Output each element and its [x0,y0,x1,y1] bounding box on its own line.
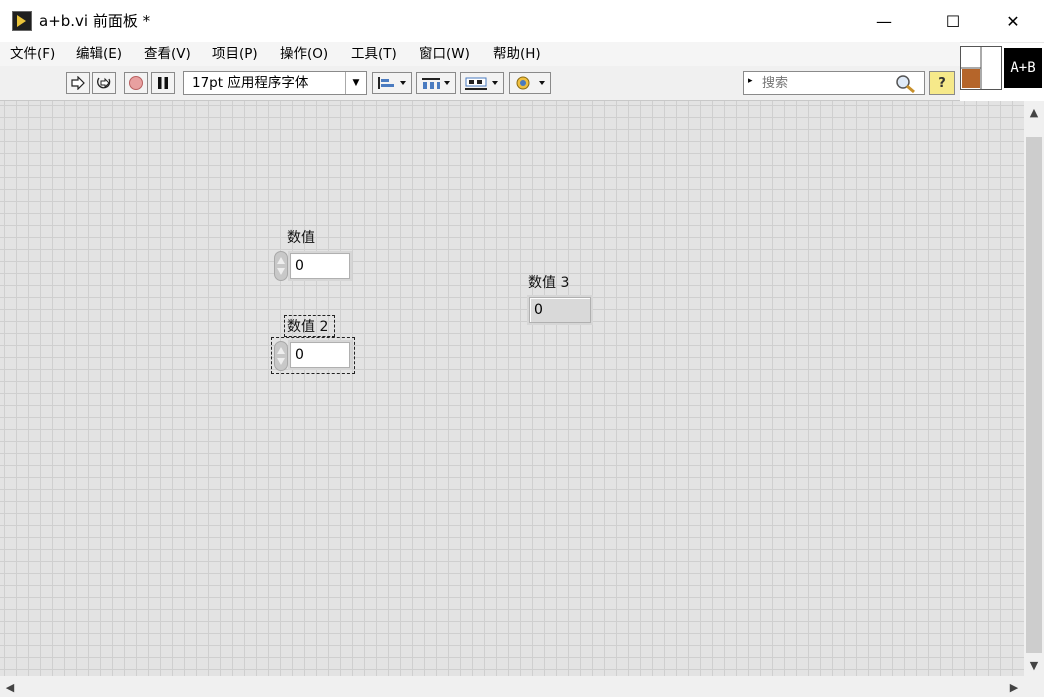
title-bar: a+b.vi 前面板 * — ☐ ✕ [0,0,1044,43]
maximize-button[interactable]: ☐ [930,0,976,42]
minimize-button[interactable]: — [861,0,907,42]
align-objects-button[interactable] [372,72,412,94]
menu-operate[interactable]: 操作(O) [280,45,328,63]
scroll-down-icon[interactable]: ▼ [1024,655,1044,675]
abort-icon [129,76,143,90]
context-help-button[interactable]: ? [929,71,955,95]
close-button[interactable]: ✕ [990,0,1036,42]
numeric-indicator-3-field[interactable]: 0 [529,297,591,323]
menu-window[interactable]: 窗口(W) [419,45,470,63]
labview-vi-icon [12,11,32,31]
run-button[interactable] [66,72,90,94]
menu-file[interactable]: 文件(F) [10,45,55,63]
font-select[interactable]: 17pt 应用程序字体 ▼ [183,71,367,95]
search-box[interactable]: ▸ [743,71,925,95]
horizontal-scrollbar[interactable] [0,676,1044,697]
chevron-down-icon: ▼ [345,72,366,94]
scroll-left-icon[interactable]: ◀ [0,677,20,697]
distribute-objects-icon [422,78,450,89]
close-icon: ✕ [1006,11,1020,31]
abort-button[interactable] [124,72,148,94]
connector-pane[interactable] [960,46,1002,90]
increment-arrow-icon[interactable] [277,257,285,264]
numeric-control-1-label[interactable]: 数值 [287,229,315,247]
front-panel[interactable] [0,101,1024,676]
maximize-icon: ☐ [945,11,961,31]
search-icon[interactable] [894,74,916,94]
numeric-control-2-label[interactable]: 数值 2 [287,318,328,336]
decrement-arrow-icon[interactable] [277,358,285,365]
menu-help[interactable]: 帮助(H) [493,45,541,63]
run-continuously-icon [97,77,111,89]
pause-icon [158,77,168,89]
pause-button[interactable] [151,72,175,94]
help-icon: ? [938,75,946,91]
numeric-indicator-3-label[interactable]: 数值 3 [528,274,569,292]
scroll-up-icon[interactable]: ▲ [1024,102,1044,122]
menu-bar: 文件(F) 编辑(E) 查看(V) 项目(P) 操作(O) 工具(T) 窗口(W… [0,42,960,66]
reorder-button[interactable] [509,72,551,94]
decrement-arrow-icon[interactable] [277,268,285,275]
menu-edit[interactable]: 编辑(E) [76,45,122,63]
scroll-right-icon[interactable]: ▶ [1004,677,1024,697]
search-scope-arrow-icon[interactable]: ▸ [748,76,753,86]
distribute-objects-button[interactable] [416,72,456,94]
font-select-value: 17pt 应用程序字体 [192,75,309,91]
run-continuously-button[interactable] [92,72,116,94]
numeric-control-1-field[interactable]: 0 [290,253,350,279]
menu-view[interactable]: 查看(V) [144,45,191,63]
numeric-control-2-field[interactable]: 0 [290,342,350,368]
numeric-control-2-stepper[interactable] [274,341,288,371]
toolbar: 17pt 应用程序字体 ▼ ▸ ? [0,66,960,101]
vertical-scroll-thumb[interactable] [1026,137,1042,653]
reorder-icon [516,76,545,90]
menu-tools[interactable]: 工具(T) [351,45,397,63]
numeric-control-1-stepper[interactable] [274,251,288,281]
resize-objects-button[interactable] [460,72,504,94]
vi-icon[interactable]: A+B [1004,48,1042,88]
search-input[interactable] [762,74,892,92]
window-title: a+b.vi 前面板 * [39,12,151,30]
align-objects-icon [378,77,406,89]
increment-arrow-icon[interactable] [277,347,285,354]
run-arrow-icon [71,76,85,90]
connector-pane-icon [961,47,982,89]
resize-objects-icon [465,77,498,90]
menu-project[interactable]: 项目(P) [212,45,258,63]
minimize-icon: — [876,11,892,31]
